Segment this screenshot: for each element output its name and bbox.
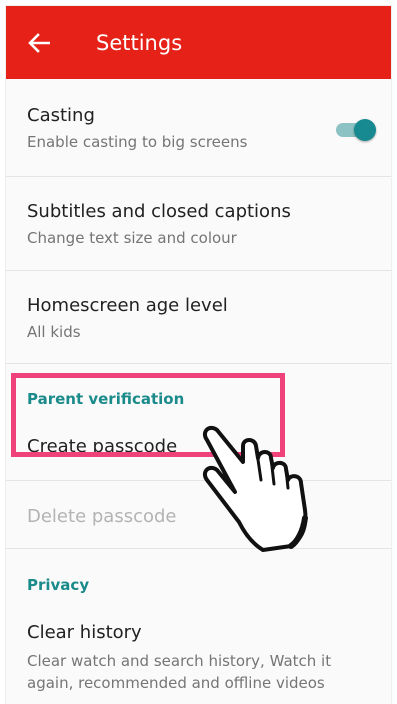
delete-passcode-title: Delete passcode bbox=[27, 506, 177, 527]
clear-history-title: Clear history bbox=[27, 622, 142, 643]
page-title: Settings bbox=[96, 31, 183, 55]
casting-title: Casting bbox=[27, 105, 95, 126]
app-bar: Settings bbox=[6, 6, 391, 79]
privacy-header: Privacy bbox=[27, 576, 90, 594]
subtitles-title: Subtitles and closed captions bbox=[27, 201, 291, 222]
subtitles-subtitle: Change text size and colour bbox=[27, 229, 237, 247]
app-screen: Settings Casting Enable casting to big s… bbox=[6, 6, 391, 704]
divider bbox=[6, 363, 391, 364]
clear-history-subtitle: Clear watch and search history, Watch it… bbox=[27, 652, 332, 692]
casting-toggle[interactable] bbox=[332, 115, 378, 143]
casting-subtitle: Enable casting to big screens bbox=[27, 133, 248, 151]
toggle-thumb bbox=[354, 119, 376, 141]
subtitles-setting[interactable]: Subtitles and closed captions Change tex… bbox=[6, 177, 391, 270]
clear-history-setting[interactable]: Clear history Clear watch and search his… bbox=[6, 606, 391, 704]
age-level-subtitle: All kids bbox=[27, 323, 81, 341]
age-level-title: Homescreen age level bbox=[27, 295, 228, 316]
age-level-setting[interactable]: Homescreen age level All kids bbox=[6, 271, 391, 363]
